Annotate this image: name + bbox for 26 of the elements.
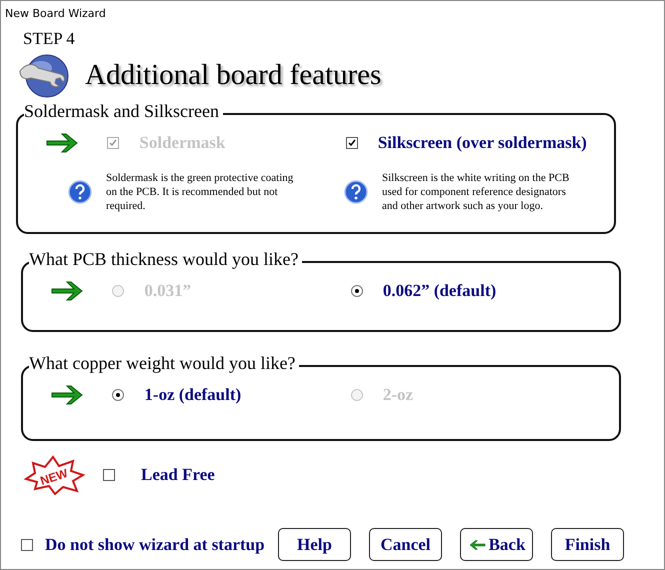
help-icon: [68, 180, 92, 204]
startup-label: Do not show wizard at startup: [45, 534, 266, 554]
option-label: 0.031”: [144, 281, 192, 301]
option-label: 2-oz: [382, 385, 414, 405]
option-label: Lead Free: [141, 465, 215, 485]
page-heading: Additional board features: [85, 58, 382, 92]
radio-button[interactable]: [350, 285, 363, 297]
step-label: STEP 4: [23, 29, 75, 49]
option-label: Silkscreen (over soldermask): [378, 133, 587, 153]
back-button[interactable]: Back: [460, 528, 533, 561]
help-text: Soldermask is the green protective coating on the PCB. It is recommended but not required.: [106, 171, 294, 213]
back-arrow-icon: [468, 538, 486, 552]
checkbox[interactable]: [346, 137, 358, 149]
wizard-button[interactable]: Help: [278, 528, 351, 561]
new-badge: NEW: [23, 455, 85, 495]
wizard-button[interactable]: Finish: [551, 528, 624, 561]
wizard-button[interactable]: Cancel: [369, 528, 442, 561]
radio-button[interactable]: [112, 389, 124, 401]
window-title: New Board Wizard: [5, 6, 106, 20]
option-label: 1-oz (default): [144, 385, 242, 405]
option-label: 0.062” (default): [382, 281, 496, 301]
checkbox[interactable]: [103, 469, 115, 481]
help-text: Silkscreen is the white writing on the PCB used for component reference designators and other artwork such as your logo.: [382, 171, 570, 213]
option-label: Soldermask: [139, 133, 226, 153]
help-icon: [344, 180, 368, 204]
checkbox[interactable]: [21, 538, 33, 550]
